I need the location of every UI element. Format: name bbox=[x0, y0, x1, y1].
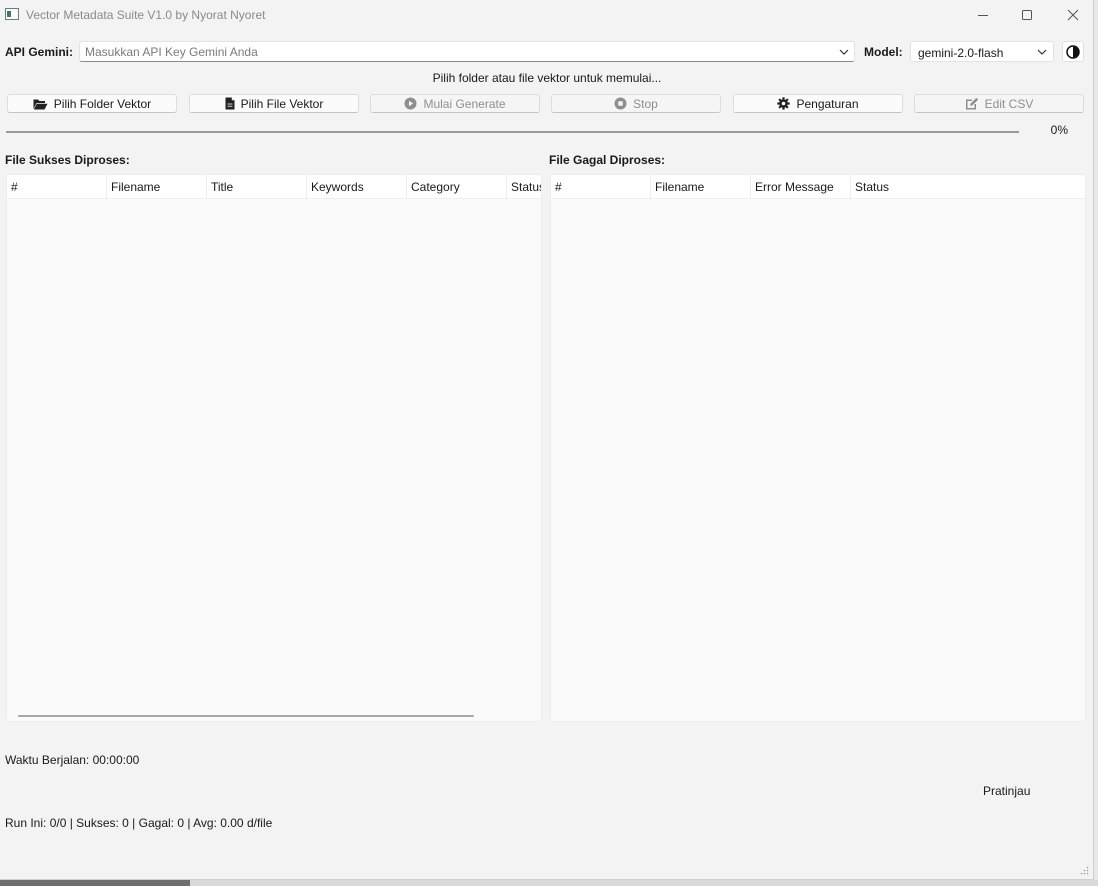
stop-button[interactable]: Stop bbox=[551, 94, 721, 113]
minimize-icon bbox=[978, 15, 988, 16]
progress-bar bbox=[6, 131, 1019, 133]
failed-table[interactable]: # Filename Error Message Status bbox=[550, 174, 1086, 722]
gear-icon bbox=[777, 97, 791, 110]
file-icon bbox=[225, 97, 235, 110]
edit-csv-label: Edit CSV bbox=[984, 96, 1034, 111]
preview-label: Pratinjau bbox=[983, 784, 1031, 798]
run-stats: Run Ini: 0/0 | Sukses: 0 | Gagal: 0 | Av… bbox=[5, 816, 273, 830]
model-select[interactable]: gemini-2.0-flash bbox=[910, 41, 1054, 62]
title-bar: Vector Metadata Suite V1.0 by Nyorat Nyo… bbox=[0, 0, 1093, 30]
start-generate-label: Mulai Generate bbox=[423, 96, 506, 111]
minimize-button[interactable] bbox=[960, 0, 1006, 30]
chevron-down-icon bbox=[1037, 49, 1047, 55]
window-title: Vector Metadata Suite V1.0 by Nyorat Nyo… bbox=[26, 8, 266, 22]
pick-folder-button[interactable]: Pilih Folder Vektor bbox=[7, 94, 177, 113]
folder-open-icon bbox=[33, 99, 48, 109]
column-header-keywords[interactable]: Keywords bbox=[307, 175, 407, 199]
column-header-index[interactable]: # bbox=[7, 175, 107, 199]
success-table[interactable]: # Filename Title Keywords Category Statu… bbox=[6, 174, 542, 722]
maximize-icon bbox=[1022, 10, 1032, 20]
failed-table-title: File Gagal Diproses: bbox=[549, 153, 666, 167]
play-circle-icon bbox=[404, 97, 417, 110]
pick-file-label: Pilih File Vektor bbox=[240, 96, 324, 111]
app-icon bbox=[5, 8, 19, 20]
contrast-icon bbox=[1066, 44, 1080, 59]
maximize-button[interactable] bbox=[1004, 0, 1050, 30]
stop-label: Stop bbox=[633, 96, 658, 111]
api-label: API Gemini: bbox=[5, 45, 74, 59]
progress-percent: 0% bbox=[1050, 123, 1068, 137]
edit-csv-button[interactable]: Edit CSV bbox=[914, 94, 1084, 113]
api-key-input[interactable] bbox=[85, 44, 825, 60]
success-table-title: File Sukses Diproses: bbox=[5, 153, 130, 167]
success-table-header: # Filename Title Keywords Category Statu… bbox=[7, 175, 541, 199]
stop-circle-icon bbox=[614, 97, 627, 110]
app-window: Vector Metadata Suite V1.0 by Nyorat Nyo… bbox=[0, 0, 1094, 880]
taskbar-edge bbox=[0, 880, 1098, 886]
settings-button[interactable]: Pengaturan bbox=[733, 94, 903, 113]
taskbar-segment bbox=[0, 880, 190, 886]
edit-icon bbox=[965, 97, 978, 110]
column-header-title[interactable]: Title bbox=[207, 175, 307, 199]
column-header-filename[interactable]: Filename bbox=[651, 175, 751, 199]
failed-table-header: # Filename Error Message Status bbox=[551, 175, 1085, 199]
model-selected-value: gemini-2.0-flash bbox=[918, 46, 1004, 60]
pick-folder-label: Pilih Folder Vektor bbox=[53, 96, 152, 111]
column-header-category[interactable]: Category bbox=[407, 175, 507, 199]
theme-toggle-button[interactable] bbox=[1062, 41, 1084, 62]
settings-label: Pengaturan bbox=[796, 96, 859, 111]
close-icon bbox=[1067, 9, 1079, 21]
desktop-edge-right bbox=[1094, 0, 1098, 880]
model-label: Model: bbox=[864, 45, 903, 59]
chevron-down-icon[interactable] bbox=[838, 46, 850, 58]
column-header-status[interactable]: Status bbox=[851, 175, 1085, 199]
column-header-filename[interactable]: Filename bbox=[107, 175, 207, 199]
horizontal-scrollbar[interactable] bbox=[18, 715, 474, 717]
column-header-status[interactable]: Status bbox=[507, 175, 541, 199]
pick-file-button[interactable]: Pilih File Vektor bbox=[189, 94, 359, 113]
status-message: Pilih folder atau file vektor untuk memu… bbox=[432, 71, 662, 85]
api-key-combobox[interactable] bbox=[79, 41, 855, 62]
elapsed-time: Waktu Berjalan: 00:00:00 bbox=[5, 753, 140, 767]
column-header-error-message[interactable]: Error Message bbox=[751, 175, 851, 199]
start-generate-button[interactable]: Mulai Generate bbox=[370, 94, 540, 113]
column-header-index[interactable]: # bbox=[551, 175, 651, 199]
close-button[interactable] bbox=[1050, 0, 1093, 30]
resize-grip-icon[interactable] bbox=[1079, 865, 1089, 875]
